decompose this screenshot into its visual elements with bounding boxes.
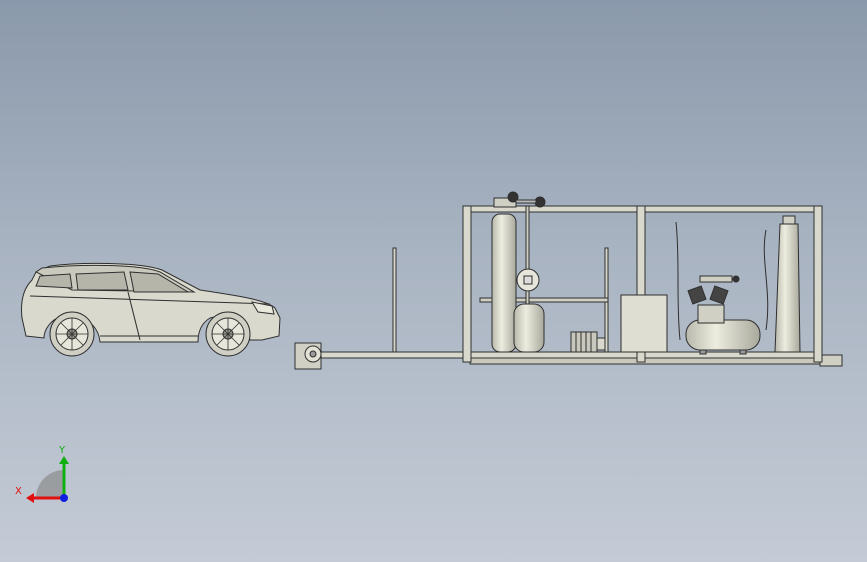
triad-plane-icon [36,470,64,498]
y-axis-label: Y [58,445,66,456]
air-compressor [685,275,761,355]
skid-base-lower [469,357,823,365]
model-scene: Y X [15,191,843,503]
hose-2 [675,221,681,341]
pressure-gauge-icon [516,268,540,292]
car-window-mid [75,271,129,291]
car-wheel-front [205,311,251,357]
post-left-1 [392,247,397,353]
x-axis-arrowhead-icon [26,493,34,503]
cad-viewport[interactable]: Y X [0,0,867,562]
vertical-pipe [525,205,530,311]
view-orientation-triad[interactable]: Y X [15,445,69,503]
tapered-tank [774,223,801,353]
top-pipe [515,199,537,204]
pump-motor [570,331,606,353]
gas-cylinder-tall [491,213,517,353]
equipment-skid[interactable] [294,191,843,370]
car-window-rear [35,273,73,289]
winch-drum [294,342,322,370]
frame-post-1 [462,205,472,363]
hose [763,229,769,331]
suv-car[interactable] [21,262,281,357]
skid-end-cap [819,354,843,367]
car-wheel-rear [49,311,95,357]
frame-post-3 [813,205,823,363]
z-axis-dot-icon [60,494,68,502]
buffer-tank [513,303,545,353]
tapered-tank-cap [782,215,796,225]
control-cabinet [620,294,668,353]
y-axis-arrowhead-icon [59,456,69,464]
x-axis-label: X [15,486,22,497]
